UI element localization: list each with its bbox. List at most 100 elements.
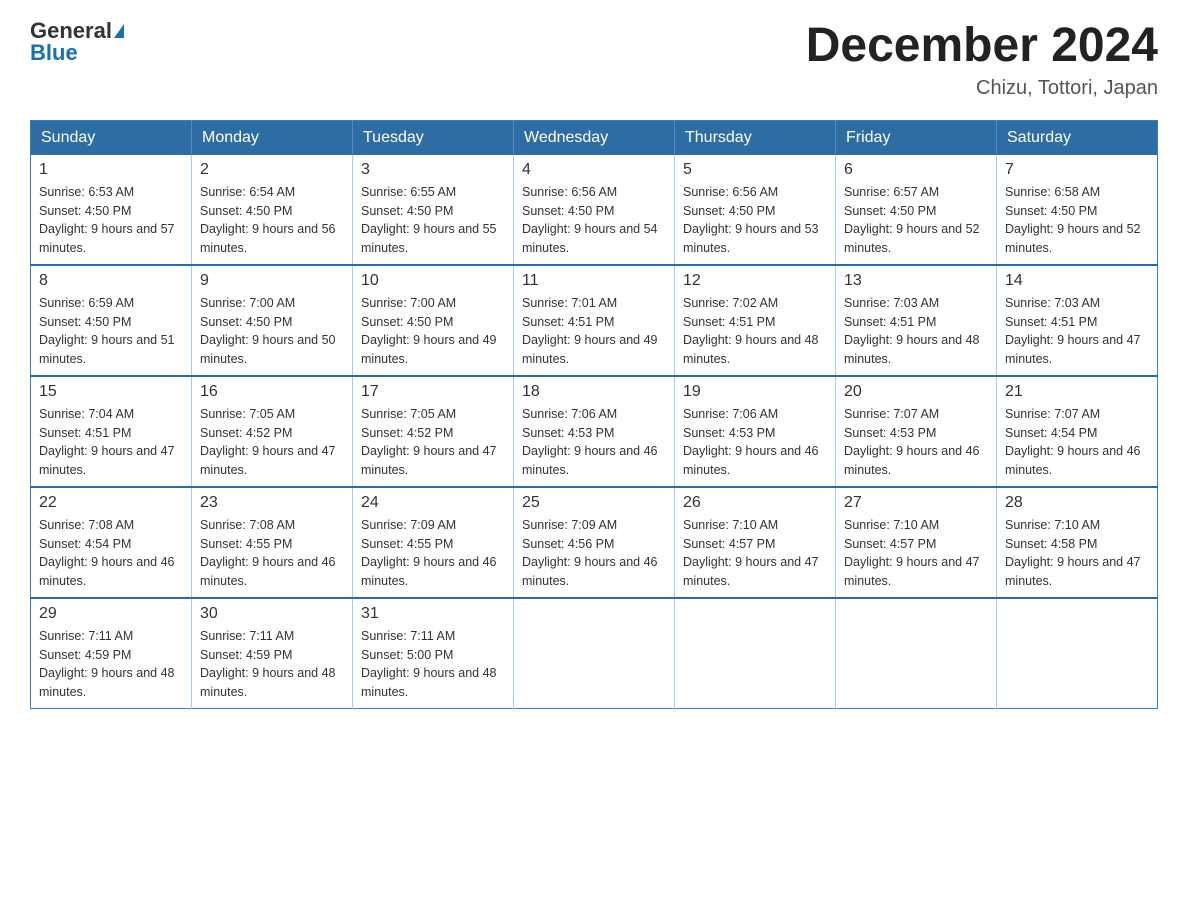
day-number: 31 xyxy=(361,605,505,623)
calendar-day-cell: 17 Sunrise: 7:05 AMSunset: 4:52 PMDaylig… xyxy=(353,376,514,487)
calendar-day-cell: 16 Sunrise: 7:05 AMSunset: 4:52 PMDaylig… xyxy=(192,376,353,487)
calendar-day-cell: 18 Sunrise: 7:06 AMSunset: 4:53 PMDaylig… xyxy=(514,376,675,487)
calendar-day-cell: 31 Sunrise: 7:11 AMSunset: 5:00 PMDaylig… xyxy=(353,598,514,709)
calendar-day-cell: 28 Sunrise: 7:10 AMSunset: 4:58 PMDaylig… xyxy=(997,487,1158,598)
calendar-day-cell: 9 Sunrise: 7:00 AMSunset: 4:50 PMDayligh… xyxy=(192,265,353,376)
calendar-day-cell: 5 Sunrise: 6:56 AMSunset: 4:50 PMDayligh… xyxy=(675,155,836,265)
day-of-week-header: Friday xyxy=(836,120,997,155)
day-info: Sunrise: 7:08 AMSunset: 4:55 PMDaylight:… xyxy=(200,516,344,591)
calendar-day-cell: 10 Sunrise: 7:00 AMSunset: 4:50 PMDaylig… xyxy=(353,265,514,376)
calendar-week-row: 8 Sunrise: 6:59 AMSunset: 4:50 PMDayligh… xyxy=(31,265,1158,376)
calendar-day-cell xyxy=(675,598,836,709)
calendar-day-cell: 24 Sunrise: 7:09 AMSunset: 4:55 PMDaylig… xyxy=(353,487,514,598)
day-of-week-header: Sunday xyxy=(31,120,192,155)
day-number: 13 xyxy=(844,272,988,290)
location-subtitle: Chizu, Tottori, Japan xyxy=(806,77,1158,100)
day-info: Sunrise: 7:07 AMSunset: 4:54 PMDaylight:… xyxy=(1005,405,1149,480)
calendar-day-cell: 25 Sunrise: 7:09 AMSunset: 4:56 PMDaylig… xyxy=(514,487,675,598)
calendar-day-cell: 13 Sunrise: 7:03 AMSunset: 4:51 PMDaylig… xyxy=(836,265,997,376)
day-number: 9 xyxy=(200,272,344,290)
calendar-day-cell xyxy=(997,598,1158,709)
day-info: Sunrise: 7:10 AMSunset: 4:58 PMDaylight:… xyxy=(1005,516,1149,591)
calendar-day-cell: 4 Sunrise: 6:56 AMSunset: 4:50 PMDayligh… xyxy=(514,155,675,265)
day-of-week-header: Wednesday xyxy=(514,120,675,155)
day-info: Sunrise: 7:02 AMSunset: 4:51 PMDaylight:… xyxy=(683,294,827,369)
calendar-week-row: 29 Sunrise: 7:11 AMSunset: 4:59 PMDaylig… xyxy=(31,598,1158,709)
day-number: 22 xyxy=(39,494,183,512)
day-info: Sunrise: 6:53 AMSunset: 4:50 PMDaylight:… xyxy=(39,183,183,258)
calendar-day-cell: 3 Sunrise: 6:55 AMSunset: 4:50 PMDayligh… xyxy=(353,155,514,265)
calendar-week-row: 22 Sunrise: 7:08 AMSunset: 4:54 PMDaylig… xyxy=(31,487,1158,598)
day-info: Sunrise: 7:11 AMSunset: 4:59 PMDaylight:… xyxy=(200,627,344,702)
day-info: Sunrise: 7:10 AMSunset: 4:57 PMDaylight:… xyxy=(844,516,988,591)
day-number: 29 xyxy=(39,605,183,623)
day-info: Sunrise: 7:03 AMSunset: 4:51 PMDaylight:… xyxy=(844,294,988,369)
day-info: Sunrise: 7:10 AMSunset: 4:57 PMDaylight:… xyxy=(683,516,827,591)
day-info: Sunrise: 6:56 AMSunset: 4:50 PMDaylight:… xyxy=(683,183,827,258)
day-info: Sunrise: 7:00 AMSunset: 4:50 PMDaylight:… xyxy=(200,294,344,369)
day-number: 21 xyxy=(1005,383,1149,401)
day-number: 17 xyxy=(361,383,505,401)
day-number: 11 xyxy=(522,272,666,290)
day-number: 8 xyxy=(39,272,183,290)
day-number: 28 xyxy=(1005,494,1149,512)
calendar-week-row: 15 Sunrise: 7:04 AMSunset: 4:51 PMDaylig… xyxy=(31,376,1158,487)
calendar-day-cell: 22 Sunrise: 7:08 AMSunset: 4:54 PMDaylig… xyxy=(31,487,192,598)
calendar-day-cell xyxy=(514,598,675,709)
day-number: 15 xyxy=(39,383,183,401)
day-number: 4 xyxy=(522,161,666,179)
day-number: 24 xyxy=(361,494,505,512)
day-info: Sunrise: 6:56 AMSunset: 4:50 PMDaylight:… xyxy=(522,183,666,258)
day-number: 18 xyxy=(522,383,666,401)
calendar-day-cell: 30 Sunrise: 7:11 AMSunset: 4:59 PMDaylig… xyxy=(192,598,353,709)
day-info: Sunrise: 7:11 AMSunset: 4:59 PMDaylight:… xyxy=(39,627,183,702)
calendar-header-row: SundayMondayTuesdayWednesdayThursdayFrid… xyxy=(31,120,1158,155)
day-number: 26 xyxy=(683,494,827,512)
calendar-day-cell: 27 Sunrise: 7:10 AMSunset: 4:57 PMDaylig… xyxy=(836,487,997,598)
calendar-day-cell: 26 Sunrise: 7:10 AMSunset: 4:57 PMDaylig… xyxy=(675,487,836,598)
calendar-day-cell: 8 Sunrise: 6:59 AMSunset: 4:50 PMDayligh… xyxy=(31,265,192,376)
day-info: Sunrise: 6:59 AMSunset: 4:50 PMDaylight:… xyxy=(39,294,183,369)
logo: General Blue xyxy=(30,20,124,64)
month-title: December 2024 xyxy=(806,20,1158,73)
calendar-day-cell: 2 Sunrise: 6:54 AMSunset: 4:50 PMDayligh… xyxy=(192,155,353,265)
day-info: Sunrise: 7:06 AMSunset: 4:53 PMDaylight:… xyxy=(522,405,666,480)
day-number: 16 xyxy=(200,383,344,401)
day-info: Sunrise: 6:57 AMSunset: 4:50 PMDaylight:… xyxy=(844,183,988,258)
day-info: Sunrise: 7:11 AMSunset: 5:00 PMDaylight:… xyxy=(361,627,505,702)
page-header: General Blue December 2024 Chizu, Tottor… xyxy=(30,20,1158,100)
day-info: Sunrise: 7:07 AMSunset: 4:53 PMDaylight:… xyxy=(844,405,988,480)
day-info: Sunrise: 7:03 AMSunset: 4:51 PMDaylight:… xyxy=(1005,294,1149,369)
calendar-day-cell: 11 Sunrise: 7:01 AMSunset: 4:51 PMDaylig… xyxy=(514,265,675,376)
day-info: Sunrise: 6:58 AMSunset: 4:50 PMDaylight:… xyxy=(1005,183,1149,258)
title-area: December 2024 Chizu, Tottori, Japan xyxy=(806,20,1158,100)
day-number: 7 xyxy=(1005,161,1149,179)
calendar-week-row: 1 Sunrise: 6:53 AMSunset: 4:50 PMDayligh… xyxy=(31,155,1158,265)
logo-blue-text: Blue xyxy=(30,42,78,64)
day-info: Sunrise: 7:08 AMSunset: 4:54 PMDaylight:… xyxy=(39,516,183,591)
calendar-day-cell: 7 Sunrise: 6:58 AMSunset: 4:50 PMDayligh… xyxy=(997,155,1158,265)
day-number: 12 xyxy=(683,272,827,290)
day-number: 2 xyxy=(200,161,344,179)
day-number: 10 xyxy=(361,272,505,290)
calendar-day-cell: 1 Sunrise: 6:53 AMSunset: 4:50 PMDayligh… xyxy=(31,155,192,265)
day-info: Sunrise: 7:00 AMSunset: 4:50 PMDaylight:… xyxy=(361,294,505,369)
calendar-day-cell: 15 Sunrise: 7:04 AMSunset: 4:51 PMDaylig… xyxy=(31,376,192,487)
day-number: 3 xyxy=(361,161,505,179)
calendar-table: SundayMondayTuesdayWednesdayThursdayFrid… xyxy=(30,120,1158,709)
logo-triangle-icon xyxy=(114,24,124,38)
day-of-week-header: Thursday xyxy=(675,120,836,155)
day-info: Sunrise: 7:05 AMSunset: 4:52 PMDaylight:… xyxy=(200,405,344,480)
day-of-week-header: Tuesday xyxy=(353,120,514,155)
day-number: 5 xyxy=(683,161,827,179)
day-number: 6 xyxy=(844,161,988,179)
day-number: 30 xyxy=(200,605,344,623)
day-info: Sunrise: 6:54 AMSunset: 4:50 PMDaylight:… xyxy=(200,183,344,258)
day-info: Sunrise: 7:06 AMSunset: 4:53 PMDaylight:… xyxy=(683,405,827,480)
day-number: 1 xyxy=(39,161,183,179)
calendar-day-cell: 21 Sunrise: 7:07 AMSunset: 4:54 PMDaylig… xyxy=(997,376,1158,487)
calendar-day-cell: 20 Sunrise: 7:07 AMSunset: 4:53 PMDaylig… xyxy=(836,376,997,487)
day-number: 23 xyxy=(200,494,344,512)
calendar-day-cell: 12 Sunrise: 7:02 AMSunset: 4:51 PMDaylig… xyxy=(675,265,836,376)
calendar-day-cell: 19 Sunrise: 7:06 AMSunset: 4:53 PMDaylig… xyxy=(675,376,836,487)
